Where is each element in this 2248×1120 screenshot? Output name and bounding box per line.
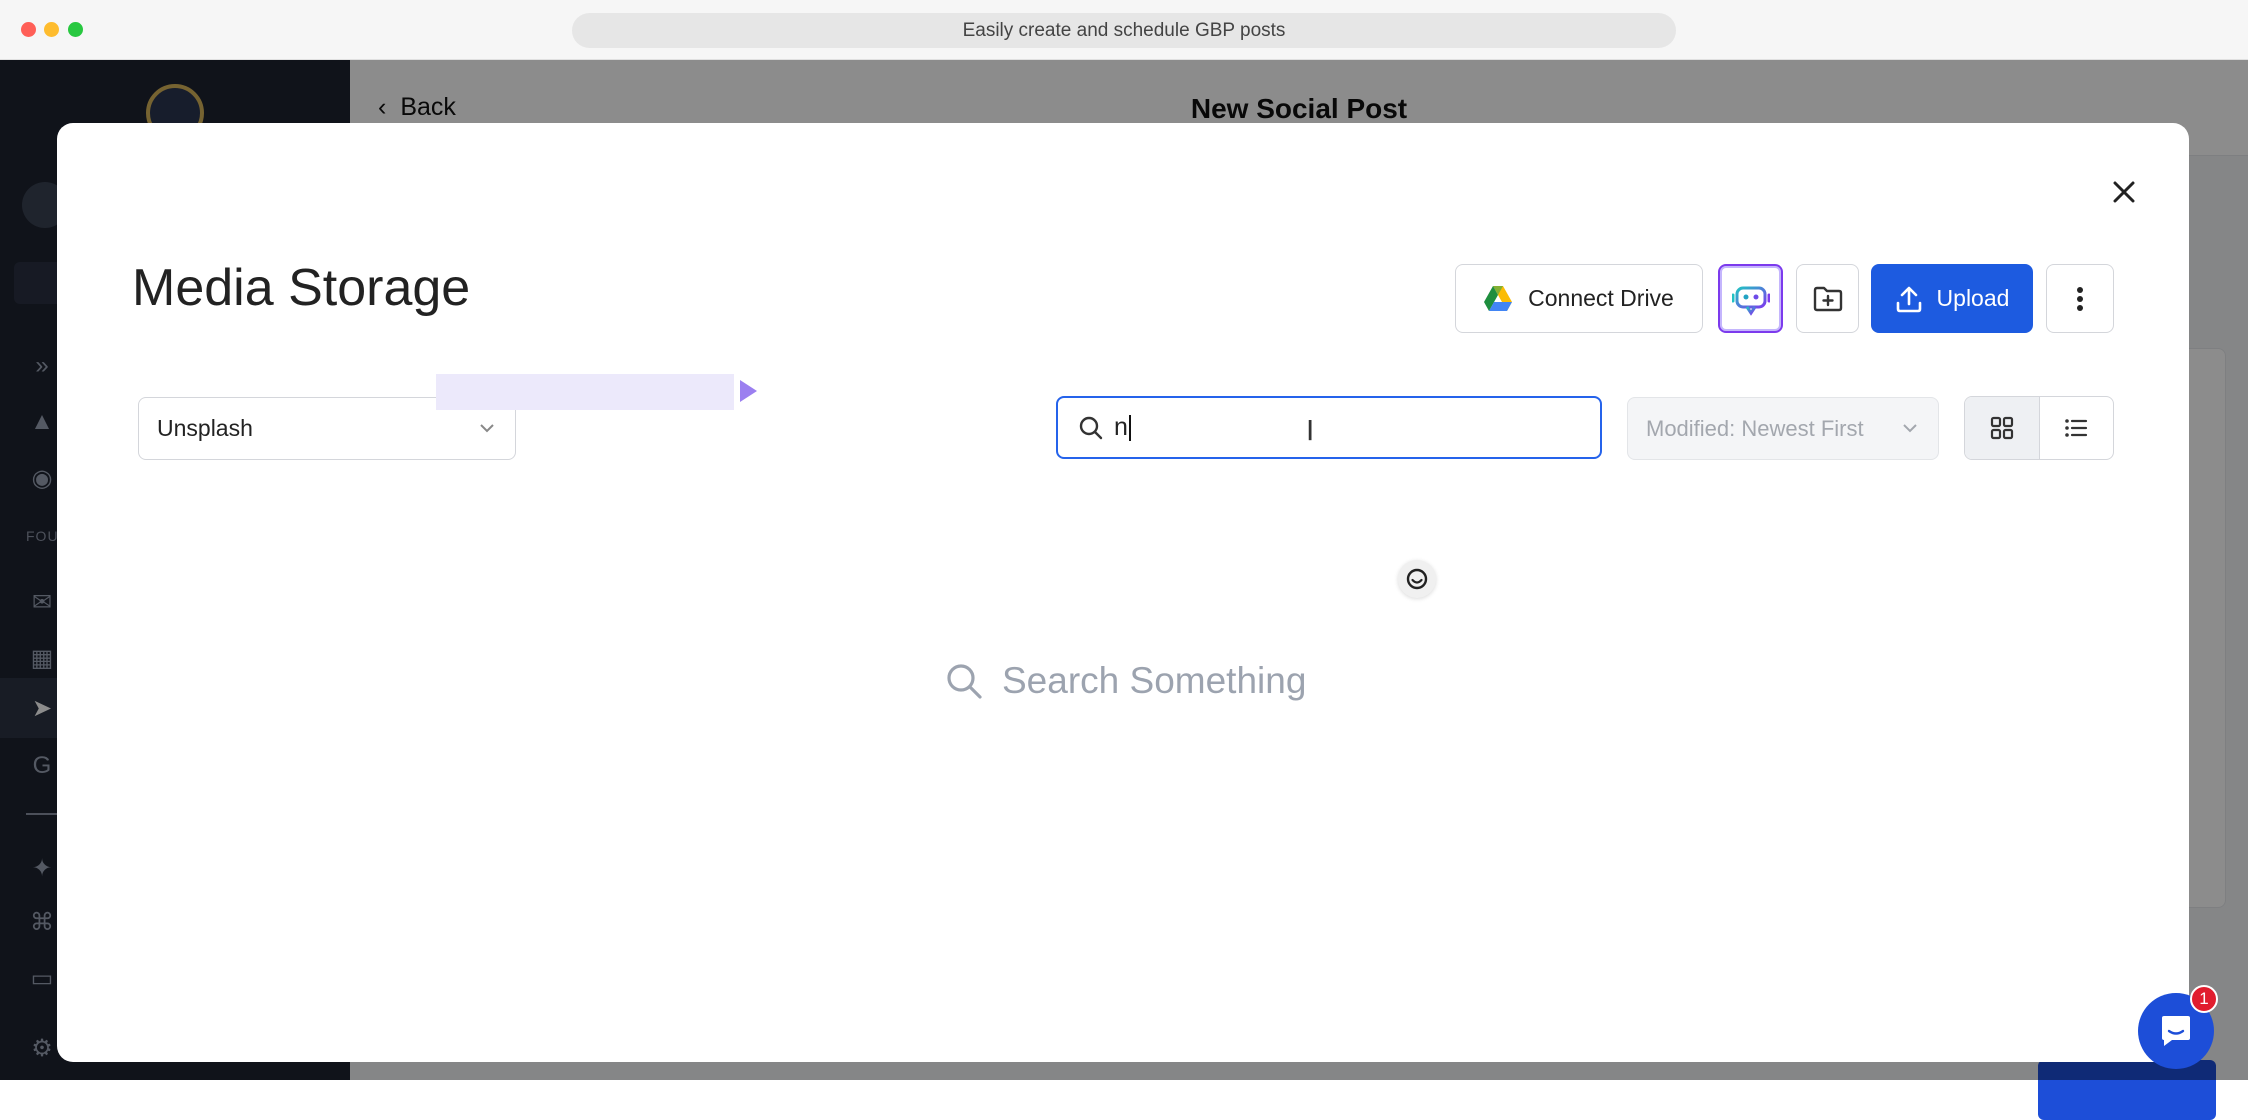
ai-assistant-button[interactable] xyxy=(1718,264,1783,333)
more-options-button[interactable] xyxy=(2046,264,2114,333)
folder-plus-icon xyxy=(1813,286,1842,311)
text-caret xyxy=(1128,415,1131,442)
close-modal-button[interactable] xyxy=(2100,168,2148,216)
view-mode-toggle xyxy=(1964,396,2114,460)
browser-titlebar: Easily create and schedule GBP posts xyxy=(0,0,2248,60)
kebab-menu-icon xyxy=(2077,286,2083,311)
chevron-down-icon xyxy=(1903,424,1917,433)
connect-drive-label: Connect Drive xyxy=(1528,285,1674,311)
upload-button[interactable]: Upload xyxy=(1871,264,2033,333)
robot-icon xyxy=(1731,286,1770,316)
sort-value: Modified: Newest First xyxy=(1646,415,1864,441)
upload-icon xyxy=(1896,286,1921,312)
upload-label: Upload xyxy=(1936,285,2010,311)
close-window-button[interactable] xyxy=(21,22,36,37)
close-icon xyxy=(2113,181,2135,203)
minimize-window-button[interactable] xyxy=(44,22,59,37)
new-folder-button[interactable] xyxy=(1796,264,1859,333)
notification-badge: 1 xyxy=(2190,985,2218,1013)
grid-view-button[interactable] xyxy=(1965,397,2040,459)
sort-select[interactable]: Modified: Newest First xyxy=(1627,397,1939,460)
chevron-down-icon xyxy=(480,424,494,433)
connect-drive-button[interactable]: Connect Drive xyxy=(1455,264,1703,333)
search-icon xyxy=(1079,416,1103,439)
google-drive-icon xyxy=(1484,286,1513,311)
empty-state: Search Something xyxy=(944,660,1306,702)
smiley-loader-icon xyxy=(1406,568,1428,590)
i-beam-cursor-icon: I xyxy=(1306,414,1315,447)
media-search-input[interactable]: n xyxy=(1056,396,1602,459)
play-marker-icon xyxy=(740,380,757,402)
search-icon xyxy=(947,664,982,699)
media-source-value: Unsplash xyxy=(157,415,253,441)
empty-state-text: Search Something xyxy=(1002,660,1307,701)
search-value: n xyxy=(1114,413,1128,441)
maximize-window-button[interactable] xyxy=(68,22,83,37)
chat-bubble-icon xyxy=(2162,1016,2190,1046)
list-view-button[interactable] xyxy=(2040,397,2114,459)
list-icon xyxy=(2065,419,2088,437)
address-bar[interactable]: Easily create and schedule GBP posts xyxy=(572,13,1676,48)
loading-spinner xyxy=(1398,560,1436,598)
drag-highlight xyxy=(436,374,734,410)
grid-icon xyxy=(1990,416,2013,440)
modal-title: Media Storage xyxy=(132,259,471,317)
